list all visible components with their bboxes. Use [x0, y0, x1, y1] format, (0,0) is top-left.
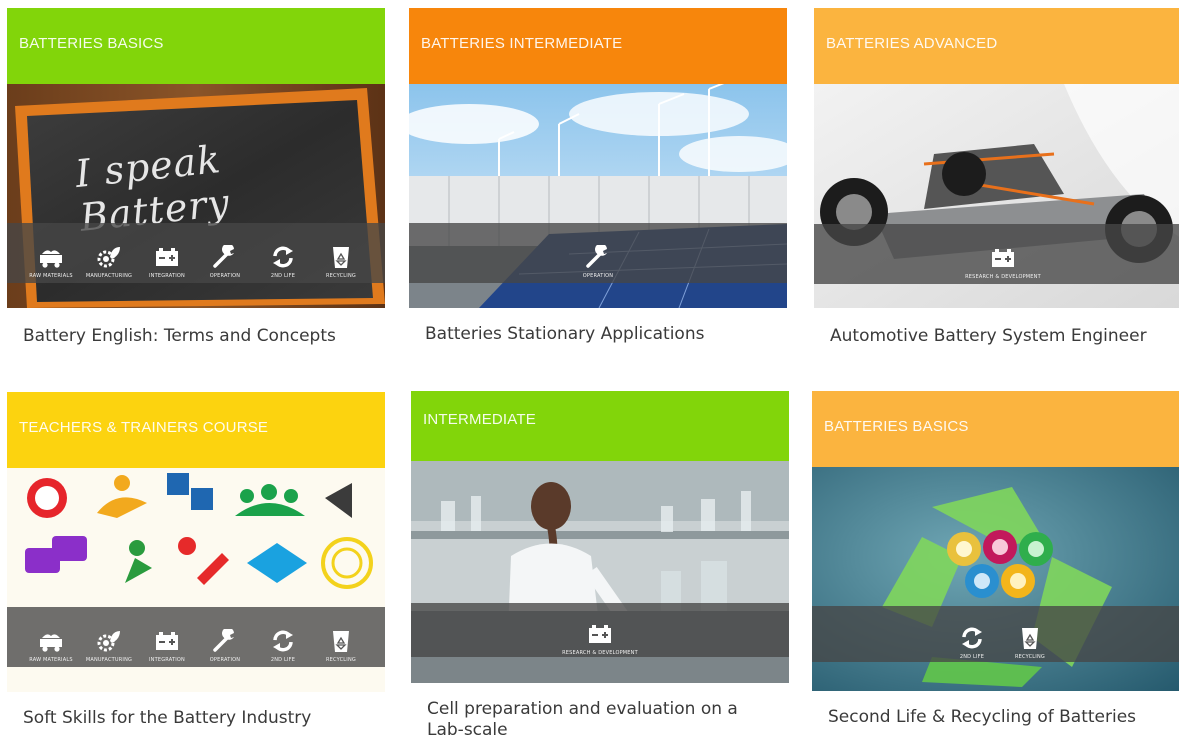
stage-2nd-life: 2ND LIFE	[943, 608, 1001, 660]
recycle-arrows-icon	[270, 245, 296, 269]
course-title[interactable]: Battery English: Terms and Concepts	[23, 326, 373, 347]
course-image: OPERATION	[409, 84, 787, 308]
wrench-icon	[212, 629, 238, 653]
course-card[interactable]: BATTERIES BASICS I speak Battery RAW MAT…	[7, 8, 385, 360]
course-image: RAW MATERIALS MANUFACTURING INTEGRATION …	[7, 468, 385, 692]
stage-recycling: RECYCLING	[1001, 608, 1059, 660]
course-category-label: BATTERIES ADVANCED	[826, 35, 998, 52]
course-card[interactable]: BATTERIES BASICS 2ND LIFE RECYCLING Seco…	[812, 391, 1179, 737]
course-title[interactable]: Soft Skills for the Battery Industry	[23, 708, 373, 729]
course-title[interactable]: Automotive Battery System Engineer	[830, 326, 1179, 347]
stage-recycling: RECYCLING	[312, 227, 370, 279]
stage-integration: INTEGRATION	[138, 227, 196, 279]
course-card[interactable]: BATTERIES ADVANCED RESEARCH & DEVELOPMEN…	[814, 8, 1179, 360]
stage-raw-materials: RAW MATERIALS	[22, 227, 80, 279]
stage-icon-bar: RESEARCH & DEVELOPMENT	[814, 224, 1179, 284]
recycle-bin-icon	[328, 245, 354, 269]
course-category-label: TEACHERS & TRAINERS COURSE	[19, 419, 269, 436]
stage-recycling: RECYCLING	[312, 611, 370, 663]
gear-leaf-icon	[96, 629, 122, 653]
stage-icon-bar: RAW MATERIALS MANUFACTURING INTEGRATION …	[7, 223, 385, 283]
stage-operation: OPERATION	[196, 611, 254, 663]
recycle-arrows-icon	[959, 626, 985, 650]
battery-icon	[587, 622, 613, 646]
course-image: 2ND LIFE RECYCLING	[812, 467, 1179, 691]
mine-cart-icon	[38, 245, 64, 269]
course-card[interactable]: BATTERIES INTERMEDIATE OPERATION Batteri…	[409, 8, 787, 360]
stage-manufacturing: MANUFACTURING	[80, 227, 138, 279]
course-card[interactable]: TEACHERS & TRAINERS COURSE RAW MATERIALS…	[7, 392, 385, 737]
course-card[interactable]: INTERMEDIATE RESEARCH & DEVELOPMENT Cell…	[411, 391, 789, 737]
course-category-header: BATTERIES BASICS	[812, 391, 1179, 467]
stage-research-development: RESEARCH & DEVELOPMENT	[530, 604, 670, 656]
course-title[interactable]: Second Life & Recycling of Batteries	[828, 707, 1178, 728]
course-category-header: BATTERIES INTERMEDIATE	[409, 8, 787, 84]
wrench-icon	[212, 245, 238, 269]
stage-operation: OPERATION	[569, 227, 627, 279]
stage-icon-bar: 2ND LIFE RECYCLING	[812, 606, 1179, 662]
course-category-header: INTERMEDIATE	[411, 391, 789, 461]
gear-leaf-icon	[96, 245, 122, 269]
course-image: RESEARCH & DEVELOPMENT	[814, 84, 1179, 308]
course-category-label: BATTERIES BASICS	[19, 35, 164, 52]
course-title[interactable]: Cell preparation and evaluation on a Lab…	[427, 699, 749, 737]
wrench-icon	[585, 245, 611, 269]
course-title[interactable]: Batteries Stationary Applications	[425, 324, 775, 345]
stage-icon-bar: OPERATION	[409, 223, 787, 283]
stage-research-development: RESEARCH & DEVELOPMENT	[933, 228, 1073, 280]
battery-icon	[154, 245, 180, 269]
course-category-header: BATTERIES ADVANCED	[814, 8, 1179, 84]
stage-raw-materials: RAW MATERIALS	[22, 611, 80, 663]
mine-cart-icon	[38, 629, 64, 653]
course-image: I speak Battery RAW MATERIALS MANUFACTUR…	[7, 84, 385, 308]
course-category-label: INTERMEDIATE	[423, 411, 536, 428]
stage-integration: INTEGRATION	[138, 611, 196, 663]
stage-icon-bar: RAW MATERIALS MANUFACTURING INTEGRATION …	[7, 607, 385, 667]
course-category-header: TEACHERS & TRAINERS COURSE	[7, 392, 385, 468]
course-image: RESEARCH & DEVELOPMENT	[411, 461, 789, 683]
course-category-label: BATTERIES INTERMEDIATE	[421, 35, 623, 52]
course-category-header: BATTERIES BASICS	[7, 8, 385, 84]
recycle-bin-icon	[1017, 626, 1043, 650]
stage-2nd-life: 2ND LIFE	[254, 611, 312, 663]
recycle-arrows-icon	[270, 629, 296, 653]
stage-2nd-life: 2ND LIFE	[254, 227, 312, 279]
course-category-label: BATTERIES BASICS	[824, 418, 969, 435]
stage-operation: OPERATION	[196, 227, 254, 279]
battery-icon	[990, 246, 1016, 270]
recycle-bin-icon	[328, 629, 354, 653]
stage-icon-bar: RESEARCH & DEVELOPMENT	[411, 603, 789, 657]
battery-icon	[154, 629, 180, 653]
stage-manufacturing: MANUFACTURING	[80, 611, 138, 663]
